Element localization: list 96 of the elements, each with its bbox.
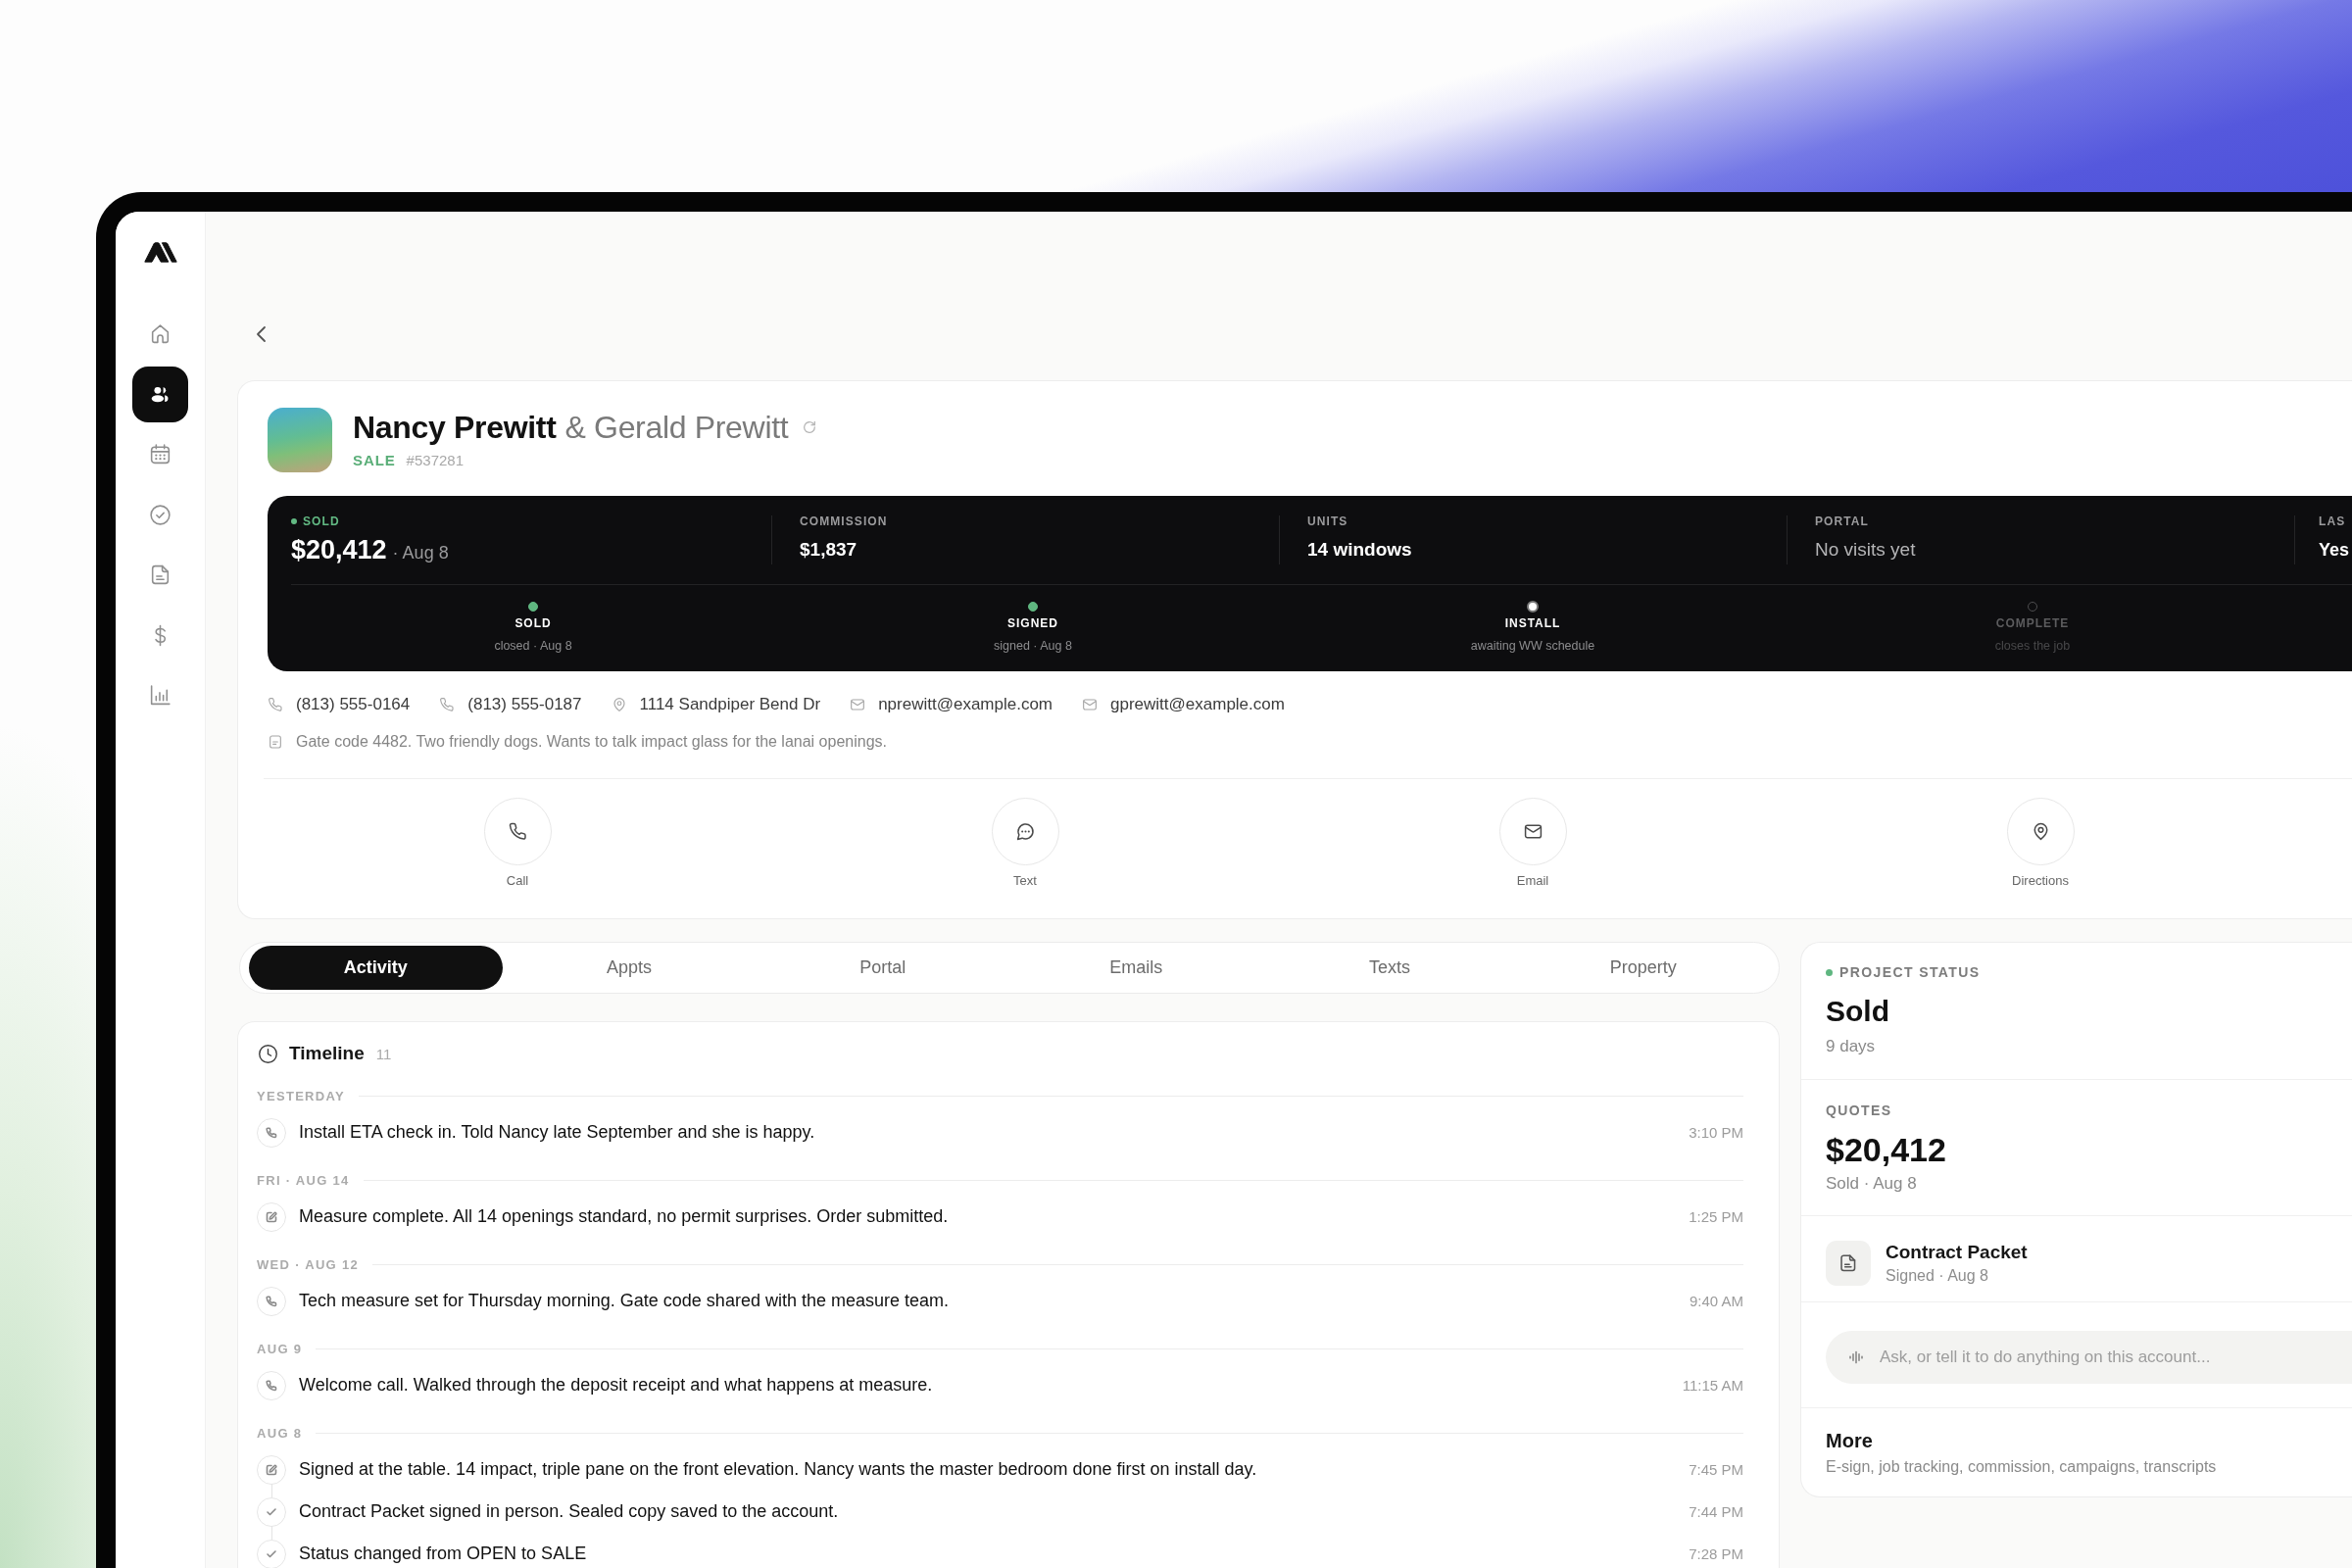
phone-icon (439, 697, 456, 712)
contact-detail[interactable]: gprewitt@example.com (1110, 693, 1285, 716)
clock-icon (258, 1043, 278, 1064)
date-heading: AUG 9 (257, 1341, 303, 1356)
assistant-input[interactable]: Ask, or tell it to do anything on this account... (1826, 1331, 2352, 1384)
phone-icon (483, 798, 552, 865)
stat-value: $1,837 (800, 538, 858, 562)
logo[interactable] (143, 241, 177, 263)
entry-time: 1:25 PM (1689, 1208, 1743, 1225)
status-duration: 9 days (1826, 1037, 1877, 1056)
mail-icon (1498, 798, 1567, 865)
entry-time: 9:40 AM (1689, 1293, 1743, 1309)
timeline-entry: Measure complete. All 14 openings standard, no permit surprises. Order submitted. (299, 1206, 949, 1227)
bar-chart-icon (148, 683, 172, 708)
contact-detail[interactable]: (813) 555-0164 (296, 693, 411, 716)
contact-detail[interactable]: 1114 Sandpiper Bend Dr (639, 693, 821, 716)
status-dot-icon (1826, 968, 1833, 976)
location-pin-icon (611, 697, 627, 712)
stat-value: $20,412 (291, 535, 387, 564)
job-number: #537281 (406, 451, 464, 470)
entry-time: 3:10 PM (1689, 1124, 1743, 1141)
avatar (268, 408, 332, 472)
timeline-entry: Tech measure set for Thursday morning. Gate code shared with the measure team. (299, 1291, 949, 1311)
tab[interactable]: Emails (1009, 946, 1263, 990)
stage-name: SOLD (514, 615, 552, 631)
status-dot-icon (291, 518, 297, 524)
mail-icon (1082, 697, 1099, 712)
project-status: Sold (1826, 994, 1890, 1029)
stage-name: SIGNED (1007, 615, 1058, 631)
timeline-entry: Install ETA check in. Told Nancy late September and she is happy. (299, 1122, 815, 1143)
customer-note: Gate code 4482. Two friendly dogs. Wants to talk impact glass for the lanai openings. (296, 732, 887, 752)
partner-name: & Gerald Prewitt (564, 409, 789, 447)
timeline-title: Timeline (289, 1043, 365, 1064)
location-pin-icon (2006, 798, 2075, 865)
stage-detail: signed · Aug 8 (994, 638, 1072, 654)
calendar-icon (148, 442, 172, 466)
timeline-count: 11 (375, 1045, 392, 1062)
stat-date: · Aug 8 (392, 542, 449, 564)
date-heading: WED · AUG 12 (257, 1256, 359, 1272)
timeline-entry: Contract Packet signed in person. Sealed copy saved to the account. (299, 1501, 839, 1522)
stat-label: COMMISSION (800, 515, 888, 527)
quick-action[interactable]: Email (1498, 798, 1567, 889)
stage-detail: closes the job (1994, 638, 2071, 654)
phone-icon (257, 1370, 286, 1400)
contact-detail[interactable]: (813) 555-0187 (467, 693, 582, 716)
stage-name: INSTALL (1504, 615, 1561, 631)
date-heading: FRI · AUG 14 (257, 1172, 350, 1188)
quote-status: Sold · Aug 8 (1826, 1174, 1918, 1194)
stat-value: No visits yet (1815, 538, 1916, 562)
quick-action[interactable]: Directions (2006, 798, 2075, 889)
tab[interactable]: Portal (756, 946, 1009, 990)
entry-time: 11:15 AM (1682, 1377, 1743, 1394)
stage-label: SALE (353, 451, 396, 470)
entry-time: 7:44 PM (1689, 1503, 1743, 1520)
quote-amount: $20,412 (1826, 1131, 1947, 1168)
document-status: Signed · Aug 8 (1886, 1266, 1989, 1286)
phone-icon (257, 1286, 286, 1316)
more-description: E-sign, job tracking, commission, campaigns, transcripts (1826, 1458, 2218, 1476)
document-icon (1826, 1241, 1871, 1286)
date-heading: AUG 8 (257, 1425, 303, 1441)
refresh-icon[interactable] (802, 419, 818, 435)
customer-name: Nancy Prewitt (353, 409, 557, 447)
more-title[interactable]: More (1826, 1429, 2352, 1452)
tab[interactable]: Activity (249, 946, 503, 990)
stat-value: 14 windows (1307, 538, 1412, 562)
stat-label: LAS (2319, 515, 2346, 527)
nav-item[interactable] (132, 366, 188, 422)
timeline-entry: Signed at the table. 14 impact, triple pane on the front elevation. Nancy wants the master bedroom done first on install day. (299, 1459, 1257, 1480)
date-heading: YESTERDAY (257, 1088, 345, 1103)
stage-name: COMPLETE (1995, 615, 2070, 631)
check-circle-icon (148, 502, 172, 527)
stat-value: Yes (2319, 539, 2350, 562)
section-label: QUOTES (1826, 1102, 1892, 1118)
stage-detail: awaiting WW schedule (1470, 638, 1595, 654)
quick-action[interactable]: Text (991, 798, 1059, 889)
phone-icon (257, 1117, 286, 1148)
timeline-entry: Status changed from OPEN to SALE (299, 1544, 587, 1564)
entry-time: 7:28 PM (1689, 1545, 1743, 1562)
mail-icon (850, 697, 866, 712)
contact-detail[interactable]: nprewitt@example.com (878, 693, 1054, 716)
phone-icon (268, 697, 283, 712)
tab[interactable]: Texts (1262, 946, 1517, 990)
timeline-entry: Welcome call. Walked through the deposit receipt and what happens at measure. (299, 1375, 933, 1396)
tab[interactable]: Property (1516, 946, 1771, 990)
stat-label: PORTAL (1815, 515, 1869, 527)
document-title[interactable]: Contract Packet (1886, 1241, 2028, 1264)
stat-label: UNITS (1307, 515, 1348, 527)
quick-action[interactable]: Call (483, 798, 552, 889)
chat-bubble-icon (991, 798, 1059, 865)
section-label: PROJECT STATUS (1839, 964, 1981, 980)
tab[interactable]: Appts (502, 946, 757, 990)
waveform-icon (1848, 1349, 1864, 1365)
stat-label: SOLD (303, 515, 340, 527)
entry-time: 7:45 PM (1689, 1461, 1743, 1478)
stage-detail: closed · Aug 8 (494, 638, 572, 654)
note-icon (268, 734, 283, 750)
